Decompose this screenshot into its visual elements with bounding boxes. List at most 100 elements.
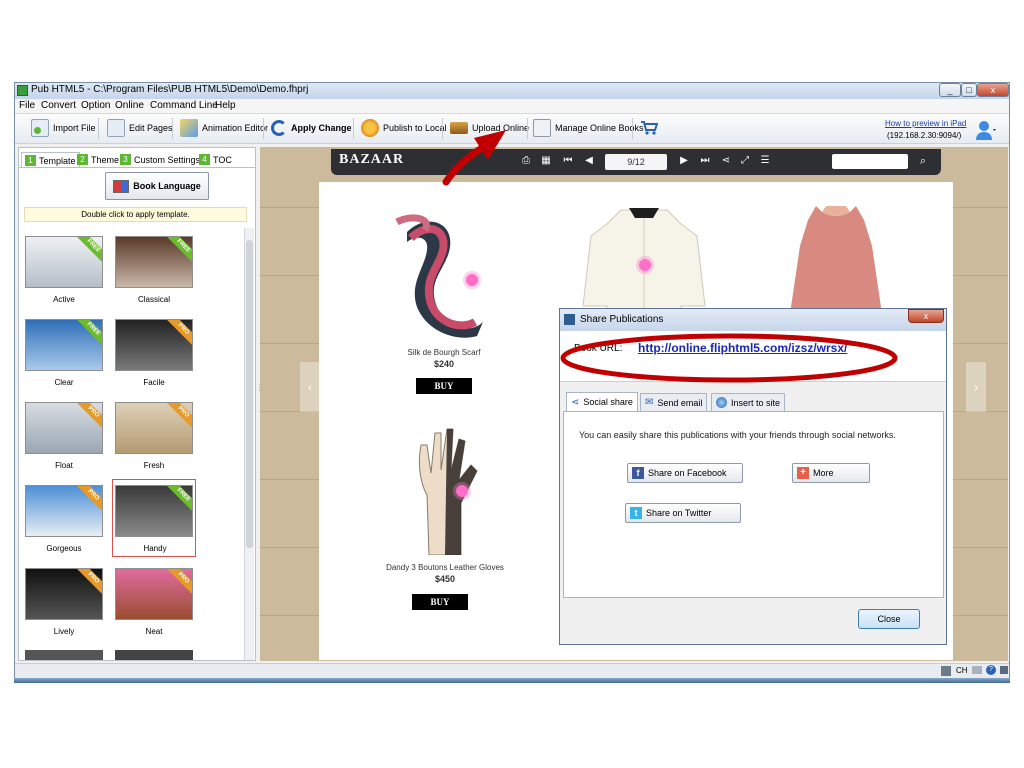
tab-number: 3 [120,154,131,165]
template-thumbnail: FREE [115,236,193,288]
import-file-button[interactable]: Import File [31,117,96,139]
toolbar-separator [632,118,633,139]
next-page-arrow[interactable]: › [966,362,986,412]
badge: PRO [166,569,192,596]
last-page-icon[interactable]: ⏭ [699,155,711,167]
buy-button[interactable]: BUY [412,594,468,610]
template-item[interactable]: FREE Clear [25,319,103,387]
template-name: Lively [53,627,75,636]
product-hotspot[interactable] [456,485,468,497]
minimize-button[interactable]: _ [939,83,961,97]
book-language-button[interactable]: Book Language [105,172,209,200]
template-item-selected[interactable]: FREE Handy [112,479,196,557]
product-hotspot[interactable] [639,259,651,271]
template-name: Facile [143,378,165,387]
thumbnails-icon[interactable]: ▦ [540,155,552,167]
share-icon[interactable]: ⋖ [720,155,732,167]
globe-icon [716,397,727,408]
window-title: Pub HTML5 - C:\Program Files\PUB HTML5\D… [31,84,309,95]
dialog-icon [564,314,575,325]
toc-icon[interactable]: ☰ [759,155,771,167]
template-name: Clear [54,378,74,387]
template-item[interactable]: PRO Lively [25,568,103,636]
product-name: Silk de Bourgh Scarf [407,348,481,357]
badge: FREE [166,486,192,513]
template-item[interactable]: FREE Classical [115,236,193,304]
tray-icon[interactable] [1000,666,1008,674]
maximize-button[interactable]: □ [961,83,977,97]
previous-page-icon[interactable]: ◀ [583,155,595,167]
menu-online[interactable]: Online [115,100,144,111]
animation-editor-button[interactable]: Animation Editor [180,117,268,139]
share-facebook-button[interactable]: f Share on Facebook [627,463,743,483]
manage-online-books-label: Manage Online Books [555,123,644,133]
tab-social-share[interactable]: ⋖ Social share [566,392,638,411]
edit-pages-button[interactable]: Edit Pages [107,117,173,139]
template-thumbnail: FREE [115,485,193,537]
close-button[interactable]: x [977,83,1009,97]
template-item[interactable]: PRO Neat [115,568,193,636]
search-icon[interactable]: ⌕ [917,155,929,167]
apply-change-button[interactable]: Apply Change [271,117,352,139]
book-language-icon [113,179,130,193]
template-name: Classical [137,295,170,304]
tab-theme[interactable]: 2 Theme [77,152,119,167]
edit-pages-icon [107,119,125,137]
template-item[interactable]: FREE Active [25,236,103,304]
template-thumbnail: PRO [115,402,193,454]
template-name: Active [53,295,75,304]
template-item[interactable]: PRO Fresh [115,402,193,470]
template-thumbnail: FREE [25,319,103,371]
fullscreen-icon[interactable]: ⤢ [739,155,751,167]
menu-command-line[interactable]: Command Line [150,100,218,111]
ipad-preview-link[interactable]: How to preview in iPad [885,119,966,128]
menu-convert[interactable]: Convert [41,100,76,111]
manage-online-books-button[interactable]: Manage Online Books [533,117,644,139]
template-item[interactable]: PRO Float [25,402,103,470]
previous-page-arrow[interactable]: ‹ [300,362,320,412]
product-name: Dandy 3 Boutons Leather Gloves [386,563,504,572]
share-twitter-button[interactable]: t Share on Twitter [625,503,741,523]
dialog-close-button[interactable]: Close [858,609,920,629]
product-hotspot[interactable] [466,274,478,286]
user-icon[interactable] [975,119,997,141]
template-item[interactable]: PRO Gorgeous [25,485,103,553]
buy-button[interactable]: BUY [416,378,472,394]
share-facebook-label: Share on Facebook [648,468,727,478]
badge: PRO [166,320,192,347]
tab-label: Social share [583,397,633,407]
keyboard-icon[interactable] [941,666,951,676]
badge: PRO [76,569,102,596]
viewer-search-input[interactable] [832,154,908,169]
dialog-close-x-button[interactable]: x [908,309,944,323]
next-page-icon[interactable]: ▶ [678,155,690,167]
page-indicator[interactable]: 9/12 [605,154,667,170]
tab-template[interactable]: 1 Template [21,152,80,168]
menu-file[interactable]: File [19,100,35,111]
social-share-panel: You can easily share this publications w… [563,411,944,598]
publish-local-button[interactable]: Publish to Local [361,117,447,139]
template-scrollbar[interactable] [244,228,254,660]
help-icon[interactable]: ? [986,665,996,675]
tab-number: 1 [25,155,36,166]
template-item[interactable]: PRO Facile [115,319,193,387]
input-language[interactable]: CH [956,666,968,675]
tab-label: Custom Settings [134,154,201,165]
scrollbar-thumb[interactable] [246,240,253,548]
ime-icon[interactable] [972,666,982,674]
animation-editor-label: Animation Editor [202,123,269,133]
template-thumbnail-partial [115,650,193,660]
tab-send-email[interactable]: ✉ Send email [640,393,708,411]
publish-local-icon [361,119,379,137]
print-icon[interactable]: ⎙ [520,155,532,167]
tab-custom-settings[interactable]: 3 Custom Settings [120,152,200,167]
menu-option[interactable]: Option [81,100,110,111]
ipad-address: (192.168.2.30:9094/) [887,131,962,140]
viewer-toolbar: BAZAAR ⎙ ▦ ⏮ ◀ 9/12 ▶ ⏭ ⋖ ⤢ ☰ ⌕ [331,149,941,175]
first-page-icon[interactable]: ⏮ [562,155,574,167]
tab-toc[interactable]: 4 TOC [199,152,232,167]
menu-help[interactable]: Help [215,100,236,111]
more-button[interactable]: + More [792,463,870,483]
cart-button[interactable] [640,117,658,139]
tab-insert-to-site[interactable]: Insert to site [711,393,786,411]
